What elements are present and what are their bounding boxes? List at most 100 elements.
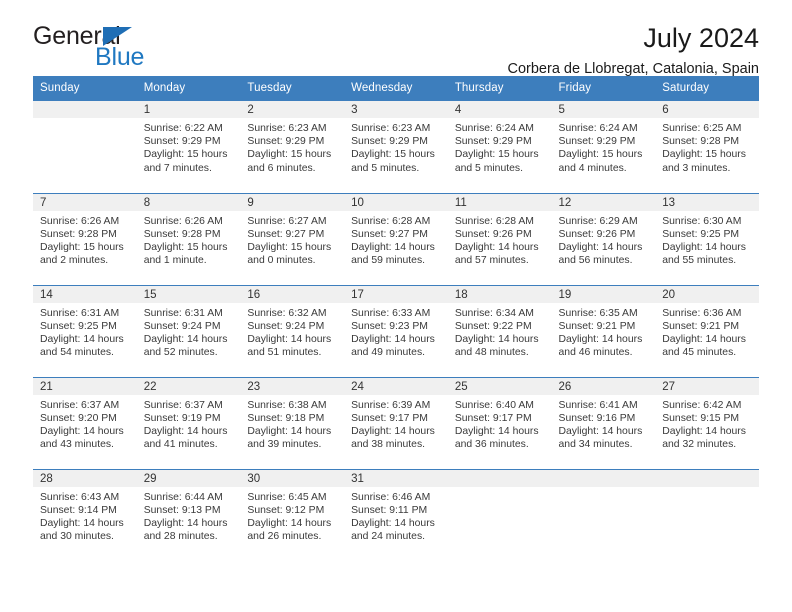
daylight-duration-line1: Daylight: 14 hours bbox=[143, 517, 228, 529]
sunrise-time: Sunrise: 6:26 AM bbox=[40, 215, 120, 227]
calendar-day-cell[interactable]: 25 Sunrise: 6:40 AM Sunset: 9:17 PM Dayligh… bbox=[447, 376, 552, 469]
weekday-header-monday: Monday bbox=[136, 76, 241, 101]
weekday-header-friday: Friday bbox=[551, 76, 656, 101]
day-details: Sunrise: 6:27 AM Sunset: 9:27 PM Daylight:… bbox=[240, 211, 344, 268]
daylight-duration-line2: and 6 minutes. bbox=[247, 162, 316, 174]
calendar-day-cell[interactable]: 12 Sunrise: 6:29 AM Sunset: 9:26 PM Dayligh… bbox=[551, 192, 656, 285]
daylight-duration-line2: and 54 minutes. bbox=[40, 347, 114, 359]
calendar-day-cell[interactable]: 22 Sunrise: 6:37 AM Sunset: 9:19 PM Dayligh… bbox=[136, 376, 241, 469]
calendar-day-cell[interactable]: 14 Sunrise: 6:31 AM Sunset: 9:25 PM Dayligh… bbox=[33, 284, 137, 377]
day-details: Sunrise: 6:32 AM Sunset: 9:24 PM Daylight:… bbox=[240, 303, 344, 360]
day-cell-content: 19 Sunrise: 6:35 AM Sunset: 9:21 PM Dayligh… bbox=[551, 285, 656, 377]
sunrise-time: Sunrise: 6:37 AM bbox=[143, 399, 223, 411]
daylight-duration-line1: Daylight: 15 hours bbox=[143, 241, 228, 253]
daylight-duration-line2: and 36 minutes. bbox=[454, 439, 529, 451]
day-number bbox=[447, 469, 552, 487]
day-cell-content: 6 Sunrise: 6:25 AM Sunset: 9:28 PM Daylight… bbox=[655, 101, 759, 192]
sunset-time: Sunset: 9:25 PM bbox=[40, 320, 117, 332]
sunrise-time: Sunrise: 6:24 AM bbox=[558, 123, 638, 134]
day-details: Sunrise: 6:38 AM Sunset: 9:18 PM Daylight:… bbox=[240, 395, 344, 452]
daylight-duration-line1: Daylight: 14 hours bbox=[351, 517, 435, 529]
daylight-duration-line2: and 2 minutes. bbox=[40, 255, 109, 267]
day-cell-content: 23 Sunrise: 6:38 AM Sunset: 9:18 PM Dayligh… bbox=[240, 377, 345, 469]
calendar-day-cell[interactable]: 2 Sunrise: 6:23 AM Sunset: 9:29 PM Daylight… bbox=[240, 101, 345, 193]
calendar-day-cell[interactable]: 13 Sunrise: 6:30 AM Sunset: 9:25 PM Dayligh… bbox=[655, 192, 759, 285]
sunset-time: Sunset: 9:28 PM bbox=[40, 228, 117, 240]
calendar-day-cell[interactable]: 24 Sunrise: 6:39 AM Sunset: 9:17 PM Dayligh… bbox=[344, 376, 448, 469]
calendar-day-cell[interactable]: 7 Sunrise: 6:26 AM Sunset: 9:28 PM Daylight… bbox=[33, 192, 137, 285]
calendar-day-cell bbox=[551, 468, 656, 561]
day-details: Sunrise: 6:25 AM Sunset: 9:28 PM Daylight:… bbox=[655, 118, 759, 175]
sunset-time: Sunset: 9:27 PM bbox=[351, 228, 428, 240]
calendar-day-cell[interactable]: 26 Sunrise: 6:41 AM Sunset: 9:16 PM Dayligh… bbox=[551, 376, 656, 469]
day-number bbox=[33, 101, 137, 118]
generalblue-logo[interactable]: General Blue bbox=[33, 22, 233, 72]
calendar-day-cell[interactable]: 31 Sunrise: 6:46 AM Sunset: 9:11 PM Dayligh… bbox=[344, 468, 448, 561]
day-cell-content: 17 Sunrise: 6:33 AM Sunset: 9:23 PM Dayligh… bbox=[344, 285, 448, 377]
sunset-time: Sunset: 9:19 PM bbox=[143, 412, 221, 424]
calendar-day-cell[interactable]: 3 Sunrise: 6:23 AM Sunset: 9:29 PM Daylight… bbox=[344, 101, 448, 193]
page-subtitle: Corbera de Llobregat, Catalonia, Spain bbox=[507, 61, 760, 78]
daylight-duration-line2: and 5 minutes. bbox=[454, 162, 523, 174]
weekday-header-tuesday: Tuesday bbox=[240, 76, 345, 101]
daylight-duration-line1: Daylight: 15 hours bbox=[143, 149, 228, 161]
sunrise-time: Sunrise: 6:25 AM bbox=[662, 123, 742, 134]
day-details: Sunrise: 6:37 AM Sunset: 9:20 PM Daylight:… bbox=[33, 395, 137, 452]
day-number: 7 bbox=[33, 193, 137, 211]
calendar-day-cell[interactable]: 29 Sunrise: 6:44 AM Sunset: 9:13 PM Dayligh… bbox=[136, 468, 241, 561]
calendar-day-cell[interactable]: 6 Sunrise: 6:25 AM Sunset: 9:28 PM Daylight… bbox=[655, 101, 759, 193]
weekday-header-sunday: Sunday bbox=[33, 76, 137, 101]
calendar-day-cell[interactable]: 21 Sunrise: 6:37 AM Sunset: 9:20 PM Dayligh… bbox=[33, 376, 137, 469]
daylight-duration-line2: and 24 minutes. bbox=[351, 531, 426, 543]
day-cell-content: 7 Sunrise: 6:26 AM Sunset: 9:28 PM Daylight… bbox=[33, 193, 137, 285]
calendar-day-cell[interactable]: 19 Sunrise: 6:35 AM Sunset: 9:21 PM Dayligh… bbox=[551, 284, 656, 377]
daylight-duration-line2: and 39 minutes. bbox=[247, 439, 322, 451]
sunrise-time: Sunrise: 6:22 AM bbox=[143, 123, 223, 134]
calendar-day-cell[interactable]: 28 Sunrise: 6:43 AM Sunset: 9:14 PM Dayligh… bbox=[33, 468, 137, 561]
day-number: 11 bbox=[447, 193, 552, 211]
calendar-day-cell[interactable]: 18 Sunrise: 6:34 AM Sunset: 9:22 PM Dayligh… bbox=[447, 284, 552, 377]
sunset-time: Sunset: 9:11 PM bbox=[351, 504, 428, 516]
day-cell-content: 26 Sunrise: 6:41 AM Sunset: 9:16 PM Dayligh… bbox=[551, 377, 656, 469]
day-details: Sunrise: 6:30 AM Sunset: 9:25 PM Daylight:… bbox=[655, 211, 759, 268]
calendar-day-cell[interactable]: 4 Sunrise: 6:24 AM Sunset: 9:29 PM Daylight… bbox=[447, 101, 552, 193]
day-number: 22 bbox=[136, 377, 241, 395]
calendar-day-cell[interactable]: 17 Sunrise: 6:33 AM Sunset: 9:23 PM Dayligh… bbox=[344, 284, 448, 377]
calendar-day-cell[interactable]: 16 Sunrise: 6:32 AM Sunset: 9:24 PM Dayligh… bbox=[240, 284, 345, 377]
calendar-day-cell[interactable]: 8 Sunrise: 6:26 AM Sunset: 9:28 PM Daylight… bbox=[136, 192, 241, 285]
calendar-day-cell[interactable]: 15 Sunrise: 6:31 AM Sunset: 9:24 PM Dayligh… bbox=[136, 284, 241, 377]
calendar-week-row: 7 Sunrise: 6:26 AM Sunset: 9:28 PM Daylight… bbox=[33, 192, 759, 285]
sunset-time: Sunset: 9:27 PM bbox=[247, 228, 325, 240]
calendar-day-cell[interactable]: 23 Sunrise: 6:38 AM Sunset: 9:18 PM Dayligh… bbox=[240, 376, 345, 469]
day-details bbox=[552, 487, 656, 491]
day-details: Sunrise: 6:29 AM Sunset: 9:26 PM Daylight:… bbox=[552, 211, 656, 268]
day-cell-content: 9 Sunrise: 6:27 AM Sunset: 9:27 PM Daylight… bbox=[240, 193, 345, 285]
calendar-day-cell[interactable]: 20 Sunrise: 6:36 AM Sunset: 9:21 PM Dayligh… bbox=[655, 284, 759, 377]
day-number: 13 bbox=[655, 193, 759, 211]
day-cell-content: 27 Sunrise: 6:42 AM Sunset: 9:15 PM Dayligh… bbox=[655, 377, 759, 469]
day-details: Sunrise: 6:39 AM Sunset: 9:17 PM Daylight:… bbox=[344, 395, 448, 452]
daylight-duration-line1: Daylight: 14 hours bbox=[351, 333, 435, 345]
daylight-duration-line2: and 34 minutes. bbox=[558, 439, 633, 451]
day-number: 21 bbox=[33, 377, 137, 395]
calendar-day-cell[interactable]: 1 Sunrise: 6:22 AM Sunset: 9:29 PM Daylight… bbox=[136, 101, 241, 193]
day-details bbox=[448, 487, 552, 491]
day-number: 9 bbox=[240, 193, 345, 211]
daylight-duration-line1: Daylight: 14 hours bbox=[143, 425, 228, 437]
calendar-day-cell[interactable]: 9 Sunrise: 6:27 AM Sunset: 9:27 PM Daylight… bbox=[240, 192, 345, 285]
day-details bbox=[655, 487, 759, 491]
calendar-day-cell[interactable]: 5 Sunrise: 6:24 AM Sunset: 9:29 PM Daylight… bbox=[551, 101, 656, 193]
day-number: 2 bbox=[240, 101, 345, 118]
weekday-header-wednesday: Wednesday bbox=[344, 76, 448, 101]
sunrise-time: Sunrise: 6:38 AM bbox=[247, 399, 327, 411]
calendar-day-cell[interactable]: 10 Sunrise: 6:28 AM Sunset: 9:27 PM Dayligh… bbox=[344, 192, 448, 285]
daylight-duration-line1: Daylight: 15 hours bbox=[351, 149, 435, 161]
calendar-page: General Blue July 2024 Corbera de Llobre… bbox=[0, 0, 792, 612]
calendar-day-cell[interactable]: 30 Sunrise: 6:45 AM Sunset: 9:12 PM Dayligh… bbox=[240, 468, 345, 561]
day-cell-content: 11 Sunrise: 6:28 AM Sunset: 9:26 PM Dayligh… bbox=[447, 193, 552, 285]
calendar-day-cell[interactable]: 27 Sunrise: 6:42 AM Sunset: 9:15 PM Dayligh… bbox=[655, 376, 759, 469]
sunset-time: Sunset: 9:29 PM bbox=[454, 136, 532, 148]
sunrise-time: Sunrise: 6:37 AM bbox=[40, 399, 120, 411]
calendar-day-cell[interactable]: 11 Sunrise: 6:28 AM Sunset: 9:26 PM Dayligh… bbox=[447, 192, 552, 285]
daylight-duration-line2: and 3 minutes. bbox=[662, 162, 731, 174]
